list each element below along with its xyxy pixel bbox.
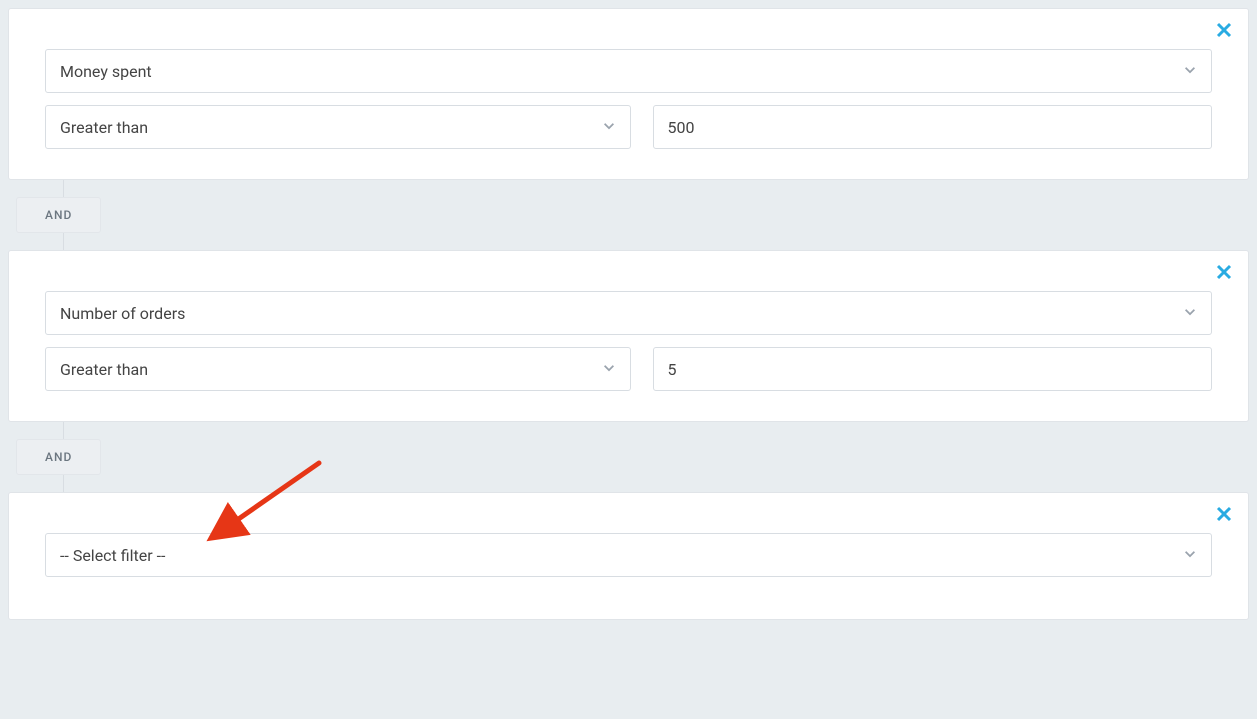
filter-value-input[interactable] [653, 347, 1213, 391]
filter-operator-select[interactable]: Greater than [45, 347, 631, 391]
filter-connector: AND [8, 422, 1249, 492]
and-operator-badge[interactable]: AND [16, 439, 101, 475]
filter-card: Number of orders Greater than [8, 250, 1249, 422]
chevron-down-icon [1183, 304, 1197, 323]
and-label: AND [45, 208, 72, 222]
filter-operator-select[interactable]: Greater than [45, 105, 631, 149]
and-label: AND [45, 450, 72, 464]
chevron-down-icon [1183, 62, 1197, 81]
filter-attribute-select[interactable]: Money spent [45, 49, 1212, 93]
select-value: -- Select filter -- [60, 546, 165, 565]
filter-value-input[interactable] [653, 105, 1213, 149]
close-icon [1216, 261, 1232, 285]
filter-attribute-select[interactable]: Number of orders [45, 291, 1212, 335]
close-button[interactable] [1212, 501, 1236, 529]
filter-card: -- Select filter -- [8, 492, 1249, 620]
close-button[interactable] [1212, 259, 1236, 287]
close-button[interactable] [1212, 17, 1236, 45]
filter-attribute-select[interactable]: -- Select filter -- [45, 533, 1212, 577]
select-value: Greater than [60, 360, 148, 379]
chevron-down-icon [602, 118, 616, 137]
chevron-down-icon [1183, 546, 1197, 565]
close-icon [1216, 19, 1232, 43]
and-operator-badge[interactable]: AND [16, 197, 101, 233]
select-value: Money spent [60, 62, 152, 81]
filter-connector: AND [8, 180, 1249, 250]
select-value: Number of orders [60, 304, 185, 323]
filter-card: Money spent Greater than [8, 8, 1249, 180]
chevron-down-icon [602, 360, 616, 379]
close-icon [1216, 503, 1232, 527]
select-value: Greater than [60, 118, 148, 137]
